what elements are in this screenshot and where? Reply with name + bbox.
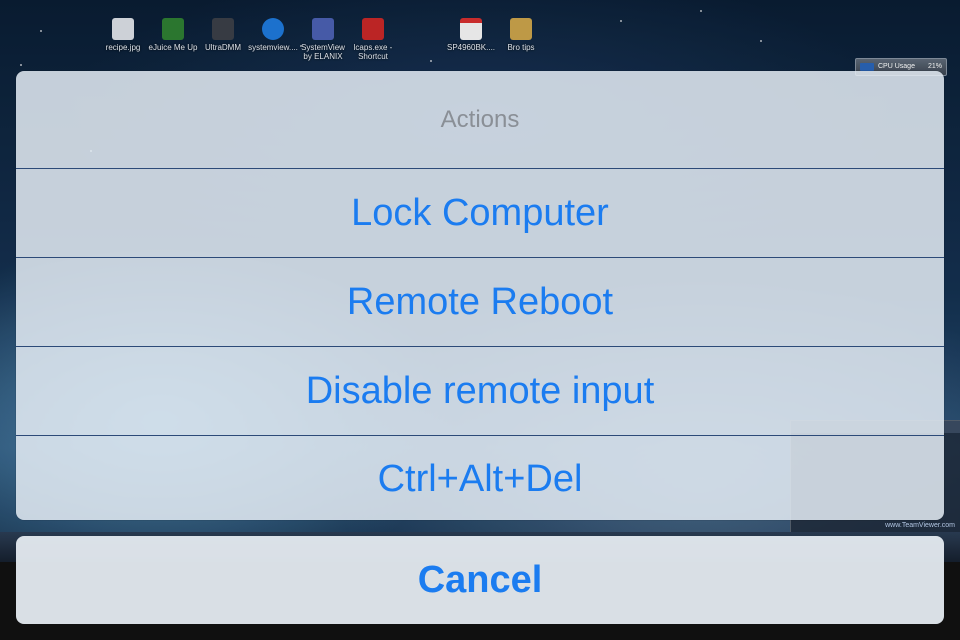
actions-sheet-title: Actions bbox=[440, 105, 520, 133]
lock-computer-button[interactable]: Lock Computer bbox=[16, 168, 944, 257]
cancel-button[interactable]: Cancel bbox=[16, 536, 944, 624]
ctrl-alt-del-button[interactable]: Ctrl+Alt+Del bbox=[16, 435, 944, 520]
actions-sheet: Actions Lock Computer Remote Reboot Disa… bbox=[16, 71, 944, 520]
disable-remote-input-button[interactable]: Disable remote input bbox=[16, 346, 944, 435]
remote-reboot-button[interactable]: Remote Reboot bbox=[16, 257, 944, 346]
